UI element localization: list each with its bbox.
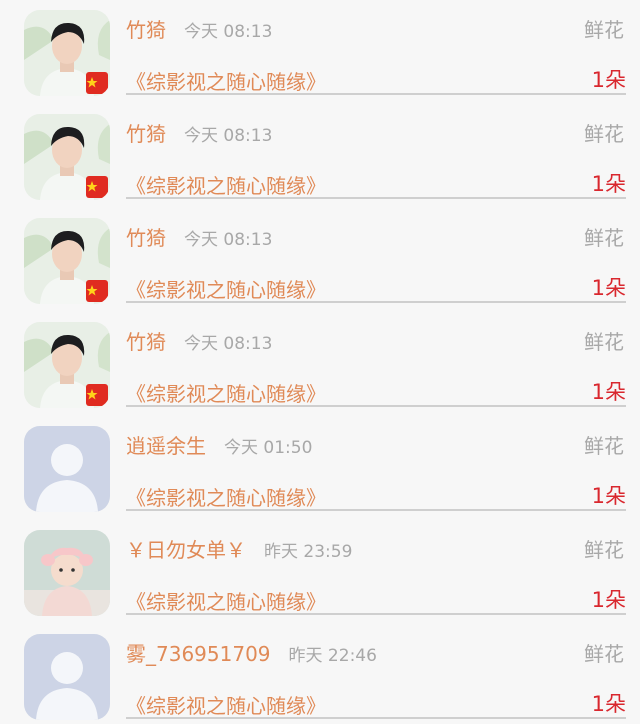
divider (126, 613, 626, 615)
timestamp: 今天 08:13 (184, 22, 273, 42)
username-text[interactable]: 竹猗 (126, 122, 166, 146)
list-item[interactable]: 竹猗 今天 08:13 鲜花 《综影视之随心随缘》 1朵 (0, 208, 640, 312)
timestamp: 今天 08:13 (184, 126, 273, 146)
book-title[interactable]: 《综影视之随心随缘》 (126, 170, 326, 199)
timestamp: 昨天 22:46 (288, 646, 377, 666)
book-title[interactable]: 《综影视之随心随缘》 (126, 274, 326, 303)
timestamp: 昨天 23:59 (264, 542, 353, 562)
timestamp: 今天 08:13 (184, 334, 273, 354)
book-title[interactable]: 《综影视之随心随缘》 (126, 482, 326, 511)
username[interactable]: 雾_736951709 昨天 22:46 (126, 638, 377, 667)
list-item[interactable]: 竹猗 今天 08:13 鲜花 《综影视之随心随缘》 1朵 (0, 0, 640, 104)
divider (126, 197, 626, 199)
list-item[interactable]: 逍遥余生 今天 01:50 鲜花 《综影视之随心随缘》 1朵 (0, 416, 640, 520)
book-title[interactable]: 《综影视之随心随缘》 (126, 690, 326, 719)
username[interactable]: 竹猗 今天 08:13 (126, 222, 272, 251)
gift-type-label: 鲜花 (584, 18, 624, 42)
username-text[interactable]: ￥日勿女单￥ (126, 538, 246, 562)
divider (126, 93, 626, 95)
gift-amount: 1朵 (591, 172, 626, 196)
divider (126, 509, 626, 511)
default-user-icon[interactable] (24, 426, 110, 512)
man-flag-icon[interactable] (24, 322, 110, 408)
username-text[interactable]: 逍遥余生 (126, 434, 206, 458)
gift-type-label: 鲜花 (584, 434, 624, 458)
book-title[interactable]: 《综影视之随心随缘》 (126, 586, 326, 615)
timestamp: 今天 08:13 (184, 230, 273, 250)
gift-type-label: 鲜花 (584, 642, 624, 666)
username-text[interactable]: 竹猗 (126, 226, 166, 250)
man-flag-icon[interactable] (24, 114, 110, 200)
gift-type-label: 鲜花 (584, 122, 624, 146)
username[interactable]: 竹猗 今天 08:13 (126, 14, 272, 43)
divider (126, 405, 626, 407)
gift-amount: 1朵 (591, 692, 626, 716)
username-text[interactable]: 竹猗 (126, 330, 166, 354)
username-text[interactable]: 竹猗 (126, 18, 166, 42)
gift-record-list: 竹猗 今天 08:13 鲜花 《综影视之随心随缘》 1朵 竹猗 今天 08:13 鲜… (0, 0, 640, 724)
default-user-icon[interactable] (24, 634, 110, 720)
gift-type-label: 鲜花 (584, 538, 624, 562)
username-text[interactable]: 雾_736951709 (126, 642, 271, 666)
list-item[interactable]: ￥日勿女单￥ 昨天 23:59 鲜花 《综影视之随心随缘》 1朵 (0, 520, 640, 624)
gift-amount: 1朵 (591, 484, 626, 508)
divider (126, 301, 626, 303)
divider (126, 717, 626, 719)
list-item[interactable]: 雾_736951709 昨天 22:46 鲜花 《综影视之随心随缘》 1朵 (0, 624, 640, 724)
gift-amount: 1朵 (591, 68, 626, 92)
username[interactable]: ￥日勿女单￥ 昨天 23:59 (126, 534, 352, 563)
list-item[interactable]: 竹猗 今天 08:13 鲜花 《综影视之随心随缘》 1朵 (0, 104, 640, 208)
gift-type-label: 鲜花 (584, 226, 624, 250)
username[interactable]: 竹猗 今天 08:13 (126, 326, 272, 355)
man-flag-icon[interactable] (24, 10, 110, 96)
book-title[interactable]: 《综影视之随心随缘》 (126, 66, 326, 95)
username[interactable]: 逍遥余生 今天 01:50 (126, 430, 312, 459)
book-title[interactable]: 《综影视之随心随缘》 (126, 378, 326, 407)
man-flag-icon[interactable] (24, 218, 110, 304)
username[interactable]: 竹猗 今天 08:13 (126, 118, 272, 147)
list-item[interactable]: 竹猗 今天 08:13 鲜花 《综影视之随心随缘》 1朵 (0, 312, 640, 416)
timestamp: 今天 01:50 (224, 438, 313, 458)
gift-amount: 1朵 (591, 380, 626, 404)
gift-type-label: 鲜花 (584, 330, 624, 354)
gift-amount: 1朵 (591, 276, 626, 300)
gift-amount: 1朵 (591, 588, 626, 612)
baby-photo-icon[interactable] (24, 530, 110, 616)
